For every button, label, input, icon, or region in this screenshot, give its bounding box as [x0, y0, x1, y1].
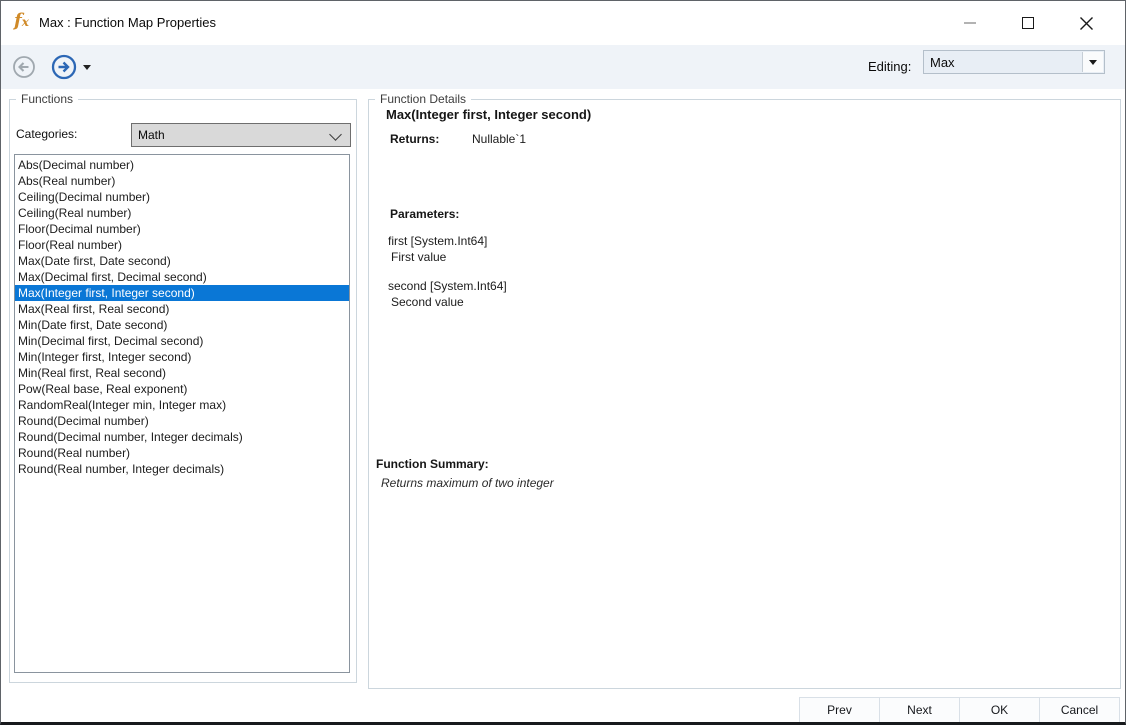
- parameter-entry: first [System.Int64]First value: [388, 233, 507, 265]
- navigation-toolbar: Editing: Max: [1, 45, 1125, 89]
- parameters-list: first [System.Int64]First value second [S…: [388, 233, 507, 323]
- function-list-item[interactable]: Abs(Real number): [15, 173, 349, 189]
- categories-label: Categories:: [16, 127, 77, 141]
- parameter-entry: second [System.Int64]Second value: [388, 278, 507, 310]
- editing-label: Editing:: [868, 59, 911, 74]
- ok-button[interactable]: OK: [959, 697, 1040, 723]
- function-list-item[interactable]: Pow(Real base, Real exponent): [15, 381, 349, 397]
- function-list-item[interactable]: Floor(Decimal number): [15, 221, 349, 237]
- fx-icon: fx: [14, 10, 29, 33]
- categories-combobox-value: Math: [138, 128, 165, 142]
- forward-dropdown-caret-icon[interactable]: [83, 65, 91, 70]
- chevron-down-icon: [329, 128, 342, 141]
- functions-groupbox: Functions Categories: Math Abs(Decimal n…: [9, 99, 357, 683]
- close-button[interactable]: [1057, 1, 1115, 45]
- minimize-button[interactable]: [941, 1, 999, 45]
- function-signature: Max(Integer first, Integer second): [386, 107, 591, 122]
- function-list-item[interactable]: Min(Date first, Date second): [15, 317, 349, 333]
- parameters-label: Parameters:: [390, 207, 459, 221]
- function-list-item[interactable]: Max(Date first, Date second): [15, 253, 349, 269]
- parameter-description: First value: [388, 249, 507, 265]
- function-list-item[interactable]: RandomReal(Integer min, Integer max): [15, 397, 349, 413]
- cancel-button[interactable]: Cancel: [1039, 697, 1120, 723]
- function-list-item[interactable]: Max(Real first, Real second): [15, 301, 349, 317]
- function-summary-label: Function Summary:: [376, 457, 489, 471]
- function-list-item[interactable]: Round(Real number, Integer decimals): [15, 461, 349, 477]
- window-title: Max : Function Map Properties: [39, 15, 216, 30]
- function-list-item[interactable]: Round(Decimal number): [15, 413, 349, 429]
- returns-value: Nullable`1: [472, 132, 526, 146]
- function-list-item[interactable]: Round(Decimal number, Integer decimals): [15, 429, 349, 445]
- function-list[interactable]: Abs(Decimal number)Abs(Real number)Ceili…: [14, 154, 350, 673]
- functions-groupbox-title: Functions: [16, 92, 78, 106]
- next-button[interactable]: Next: [879, 697, 960, 723]
- maximize-button[interactable]: [999, 1, 1057, 45]
- window-controls: [941, 1, 1115, 45]
- editing-combobox-value: Max: [930, 55, 955, 70]
- function-list-item[interactable]: Min(Decimal first, Decimal second): [15, 333, 349, 349]
- editing-combobox-dropdown-button[interactable]: [1082, 52, 1103, 72]
- dialog-footer-buttons: PrevNextOKCancel: [800, 697, 1120, 723]
- categories-combobox[interactable]: Math: [131, 123, 351, 147]
- forward-button[interactable]: [51, 54, 77, 80]
- function-details-groupbox-title: Function Details: [375, 92, 471, 106]
- function-list-item[interactable]: Min(Real first, Real second): [15, 365, 349, 381]
- prev-button[interactable]: Prev: [799, 697, 880, 723]
- editing-combobox[interactable]: Max: [923, 50, 1105, 74]
- function-summary-text: Returns maximum of two integer: [381, 476, 554, 490]
- parameter-name: second [System.Int64]: [388, 278, 507, 294]
- close-icon: [1079, 16, 1094, 31]
- maximize-icon: [1022, 17, 1034, 29]
- parameter-description: Second value: [388, 294, 507, 310]
- back-button[interactable]: [12, 55, 36, 79]
- function-list-item[interactable]: Floor(Real number): [15, 237, 349, 253]
- function-list-item[interactable]: Ceiling(Real number): [15, 205, 349, 221]
- chevron-down-icon: [1089, 60, 1097, 65]
- function-list-item[interactable]: Ceiling(Decimal number): [15, 189, 349, 205]
- function-map-properties-dialog: fx Max : Function Map Properties Editing…: [0, 0, 1126, 725]
- returns-label: Returns:: [390, 132, 439, 146]
- minimize-icon: [964, 22, 976, 24]
- function-list-item[interactable]: Round(Real number): [15, 445, 349, 461]
- title-bar: fx Max : Function Map Properties: [1, 1, 1125, 45]
- function-list-item[interactable]: Max(Decimal first, Decimal second): [15, 269, 349, 285]
- function-list-item[interactable]: Min(Integer first, Integer second): [15, 349, 349, 365]
- function-list-item[interactable]: Max(Integer first, Integer second): [15, 285, 349, 301]
- function-details-groupbox: Function Details Max(Integer first, Inte…: [368, 99, 1121, 689]
- function-list-item[interactable]: Abs(Decimal number): [15, 157, 349, 173]
- parameter-name: first [System.Int64]: [388, 233, 507, 249]
